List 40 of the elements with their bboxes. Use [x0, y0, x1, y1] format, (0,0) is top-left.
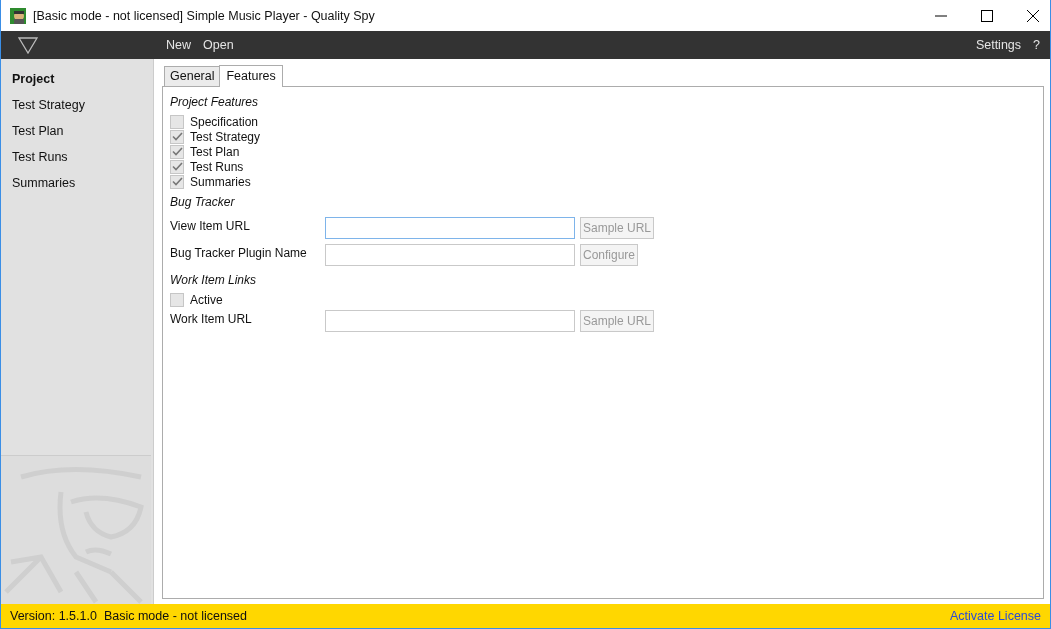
tab[interactable]: Features — [219, 65, 283, 87]
checkbox-label: Specification — [190, 114, 259, 129]
field-label: Work Item URL — [170, 311, 253, 326]
app-icon — [10, 7, 26, 24]
section-heading: Project Features — [170, 95, 259, 109]
toolbar-button[interactable]: Open — [197, 38, 240, 52]
sidebar-item[interactable]: Test Strategy — [1, 92, 153, 118]
maximize-icon[interactable] — [981, 9, 993, 22]
section-heading: Work Item Links — [170, 273, 256, 287]
license-mode-text: Basic mode - not licensed — [103, 609, 247, 623]
field-label: View Item URL — [170, 218, 251, 233]
sidebar-item[interactable]: Project — [1, 66, 153, 92]
checkbox[interactable] — [170, 292, 184, 307]
checkbox-label: Test Strategy — [190, 129, 261, 144]
checkbox[interactable] — [170, 174, 184, 189]
toolbar-button[interactable]: Settings — [969, 38, 1028, 52]
triangle-menu-icon[interactable] — [18, 36, 38, 54]
input-field[interactable] — [325, 244, 575, 266]
sidebar-item[interactable]: Test Plan — [1, 118, 153, 144]
field-label: Bug Tracker Plugin Name — [170, 245, 308, 260]
toolbar-button[interactable]: ? — [1027, 38, 1046, 52]
activate-license-link[interactable]: Activate License — [949, 609, 1041, 623]
close-icon[interactable] — [1027, 9, 1039, 22]
checkbox-label: Active — [190, 292, 223, 307]
toolbar-button[interactable]: New — [160, 38, 197, 52]
input-field[interactable] — [325, 310, 575, 332]
sidebar-item[interactable]: Test Runs — [1, 144, 153, 170]
checkbox[interactable] — [170, 129, 184, 144]
checkbox-label: Test Runs — [190, 159, 244, 174]
tab[interactable]: General — [164, 66, 221, 86]
checkbox[interactable] — [170, 144, 184, 159]
checkbox[interactable] — [170, 159, 184, 174]
checkbox-label: Test Plan — [190, 144, 240, 159]
checkbox-label: Summaries — [190, 174, 251, 189]
section-heading: Bug Tracker — [170, 195, 235, 209]
sidebar-item[interactable]: Summaries — [1, 170, 153, 196]
version-text: Version: 1.5.1.0 — [10, 609, 97, 623]
checkbox[interactable] — [170, 114, 184, 129]
window-title: [Basic mode - not licensed] Simple Music Player - Quality Spy — [33, 8, 375, 23]
input-field[interactable] — [325, 217, 575, 239]
